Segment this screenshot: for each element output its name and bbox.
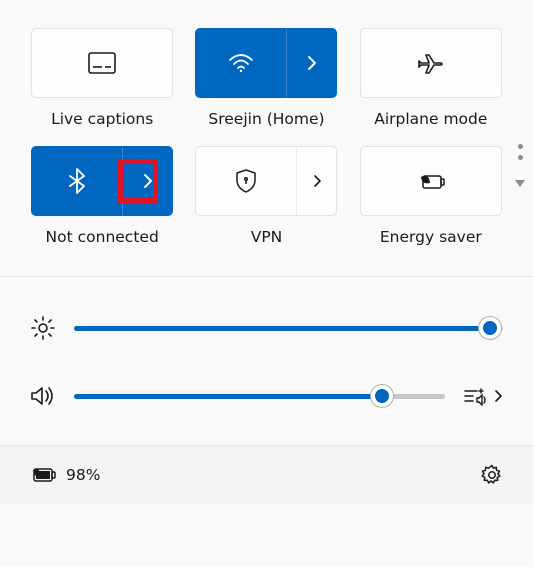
tile-bluetooth-group: Not connected — [30, 146, 174, 246]
tile-bluetooth-toggle[interactable] — [32, 147, 122, 215]
leaf-battery-icon — [417, 171, 445, 191]
captions-icon — [88, 52, 116, 74]
brightness-slider[interactable] — [74, 326, 503, 331]
battery-status[interactable]: 98% — [30, 466, 100, 484]
battery-icon — [30, 466, 56, 484]
quick-settings-panel: Live captions — [0, 0, 533, 246]
tiles-grid: Live captions — [30, 28, 503, 246]
tile-airplane-label: Airplane mode — [374, 110, 487, 128]
shield-lock-icon — [235, 169, 257, 193]
dot-icon — [518, 155, 523, 160]
tile-energy-saver-label: Energy saver — [380, 228, 482, 246]
brightness-icon — [30, 315, 56, 341]
volume-row — [30, 385, 503, 407]
audio-output-icon[interactable] — [463, 386, 487, 406]
bluetooth-icon — [69, 168, 85, 194]
tile-live-captions-label: Live captions — [51, 110, 153, 128]
tile-bluetooth-label: Not connected — [46, 228, 159, 246]
wifi-icon — [228, 53, 254, 73]
tile-vpn-expand[interactable] — [296, 147, 336, 215]
tile-wifi-expand[interactable] — [286, 29, 336, 97]
tile-live-captions[interactable] — [31, 28, 173, 98]
edit-quick-settings-button[interactable] — [515, 144, 525, 187]
airplane-icon — [418, 52, 444, 74]
tile-vpn[interactable] — [195, 146, 337, 216]
tile-energy-saver[interactable] — [360, 146, 502, 216]
brightness-row — [30, 315, 503, 341]
volume-slider-fill — [74, 394, 382, 399]
battery-percent-text: 98% — [66, 466, 100, 484]
caret-down-icon — [515, 180, 525, 187]
tile-bluetooth-expand[interactable] — [122, 147, 172, 215]
tile-vpn-toggle[interactable] — [196, 147, 296, 215]
footer-bar: 98% — [0, 445, 533, 504]
volume-slider[interactable] — [74, 394, 445, 399]
tile-wifi-group: Sreejin (Home) — [194, 28, 338, 128]
brightness-slider-thumb[interactable] — [479, 317, 501, 339]
tile-wifi-toggle[interactable] — [196, 29, 286, 97]
gear-icon — [481, 464, 503, 486]
tile-energy-saver-group: Energy saver — [359, 146, 503, 246]
chevron-right-icon[interactable] — [493, 389, 503, 403]
tile-airplane[interactable] — [360, 28, 502, 98]
tile-vpn-group: VPN — [194, 146, 338, 246]
tile-airplane-group: Airplane mode — [359, 28, 503, 128]
settings-button[interactable] — [481, 464, 503, 486]
tile-vpn-label: VPN — [251, 228, 283, 246]
sliders-section — [0, 276, 533, 445]
brightness-slider-fill — [74, 326, 490, 331]
tile-wifi-label: Sreejin (Home) — [208, 110, 324, 128]
volume-slider-thumb[interactable] — [371, 385, 393, 407]
tile-wifi[interactable] — [195, 28, 337, 98]
chevron-right-icon — [306, 54, 318, 72]
tile-live-captions-group: Live captions — [30, 28, 174, 128]
speaker-icon — [30, 385, 56, 407]
chevron-right-icon — [142, 172, 154, 190]
volume-output-section — [463, 386, 503, 406]
dot-icon — [518, 144, 523, 149]
chevron-right-icon — [312, 174, 322, 188]
tile-bluetooth[interactable] — [31, 146, 173, 216]
